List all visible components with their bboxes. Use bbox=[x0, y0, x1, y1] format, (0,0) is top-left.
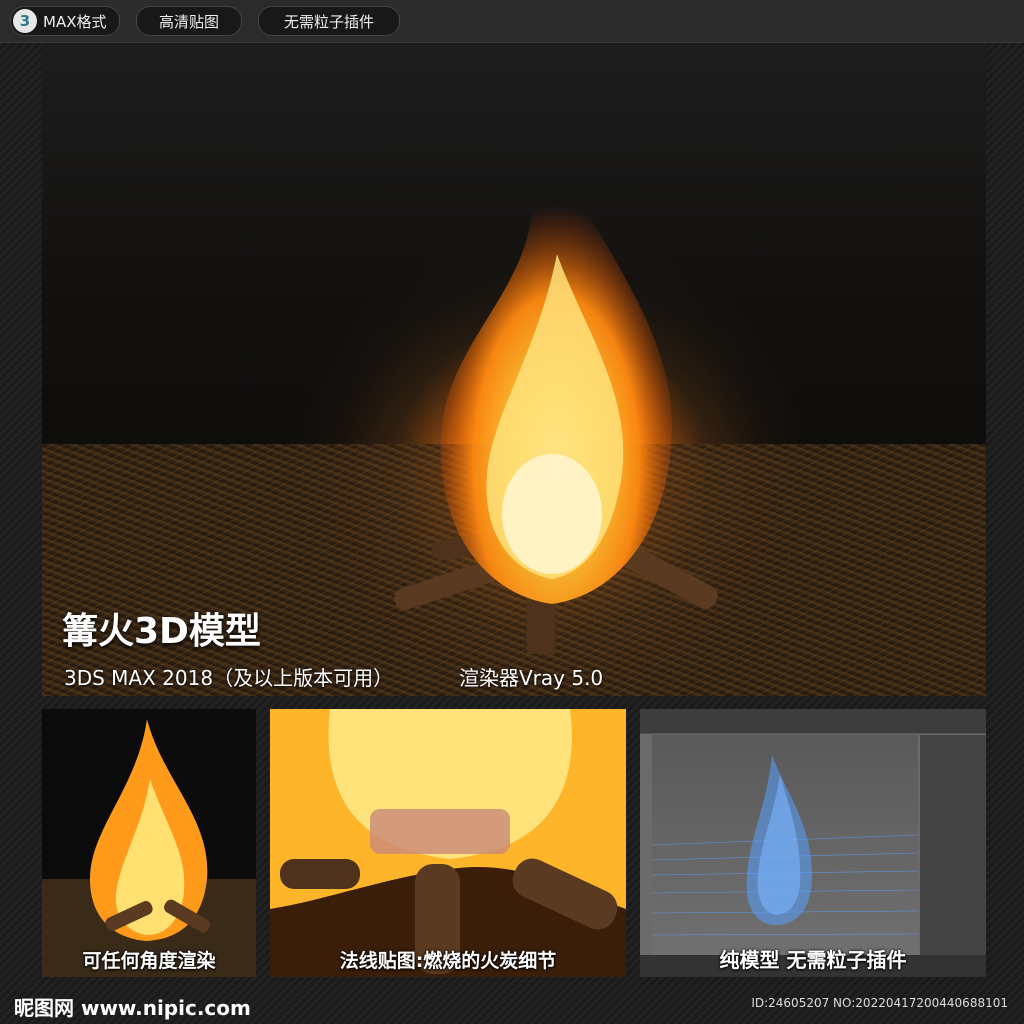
ember-detail-image bbox=[270, 709, 626, 977]
flame-core bbox=[502, 454, 602, 574]
thumbnail-label: 纯模型 无需粒子插件 bbox=[719, 948, 907, 972]
hero-title: 篝火3D模型 bbox=[62, 611, 261, 652]
hd-texture-tag[interactable]: 高清贴图 bbox=[136, 6, 242, 36]
no-plugin-label: 无需粒子插件 bbox=[283, 12, 374, 31]
angle-render-image bbox=[42, 719, 256, 977]
thumbnail-label: 法线贴图:燃烧的火炭细节 bbox=[339, 950, 557, 972]
thumbnail-normal-map: 法线贴图:燃烧的火炭细节 bbox=[270, 709, 626, 977]
max-3-icon: 3 bbox=[13, 9, 37, 33]
thumbnail-3dsmax-viewport: 纯模型 无需粒子插件 bbox=[640, 709, 986, 977]
thumbnail-label: 可任何角度渲染 bbox=[82, 950, 216, 972]
thumbnail-any-angle: 可任何角度渲染 bbox=[42, 709, 256, 977]
wireframe-model bbox=[651, 755, 919, 936]
max-command-panel bbox=[920, 735, 986, 955]
image-id: ID:24605207 NO:20220417200440688101 bbox=[751, 996, 1008, 1010]
hero-render: 篝火3D模型 3DS MAX 2018（及以上版本可用） 渲染器Vray 5.0 bbox=[42, 44, 986, 696]
no-plugin-tag[interactable]: 无需粒子插件 bbox=[258, 6, 400, 36]
software-version: 3DS MAX 2018（及以上版本可用） bbox=[64, 666, 394, 690]
max-toolbar bbox=[640, 709, 986, 734]
top-tag-bar: 3 MAX格式 高清贴图 无需粒子插件 bbox=[0, 0, 1024, 43]
renderer-version: 渲染器Vray 5.0 bbox=[459, 666, 604, 690]
max-format-label: MAX格式 bbox=[43, 12, 107, 31]
max-format-tag[interactable]: 3 MAX格式 bbox=[10, 6, 120, 36]
campfire-illustration bbox=[394, 134, 718, 654]
max-viewport bbox=[651, 735, 919, 955]
nipic-logo[interactable]: 昵图网 www.nipic.com bbox=[14, 992, 251, 1021]
hd-texture-label: 高清贴图 bbox=[158, 12, 219, 31]
